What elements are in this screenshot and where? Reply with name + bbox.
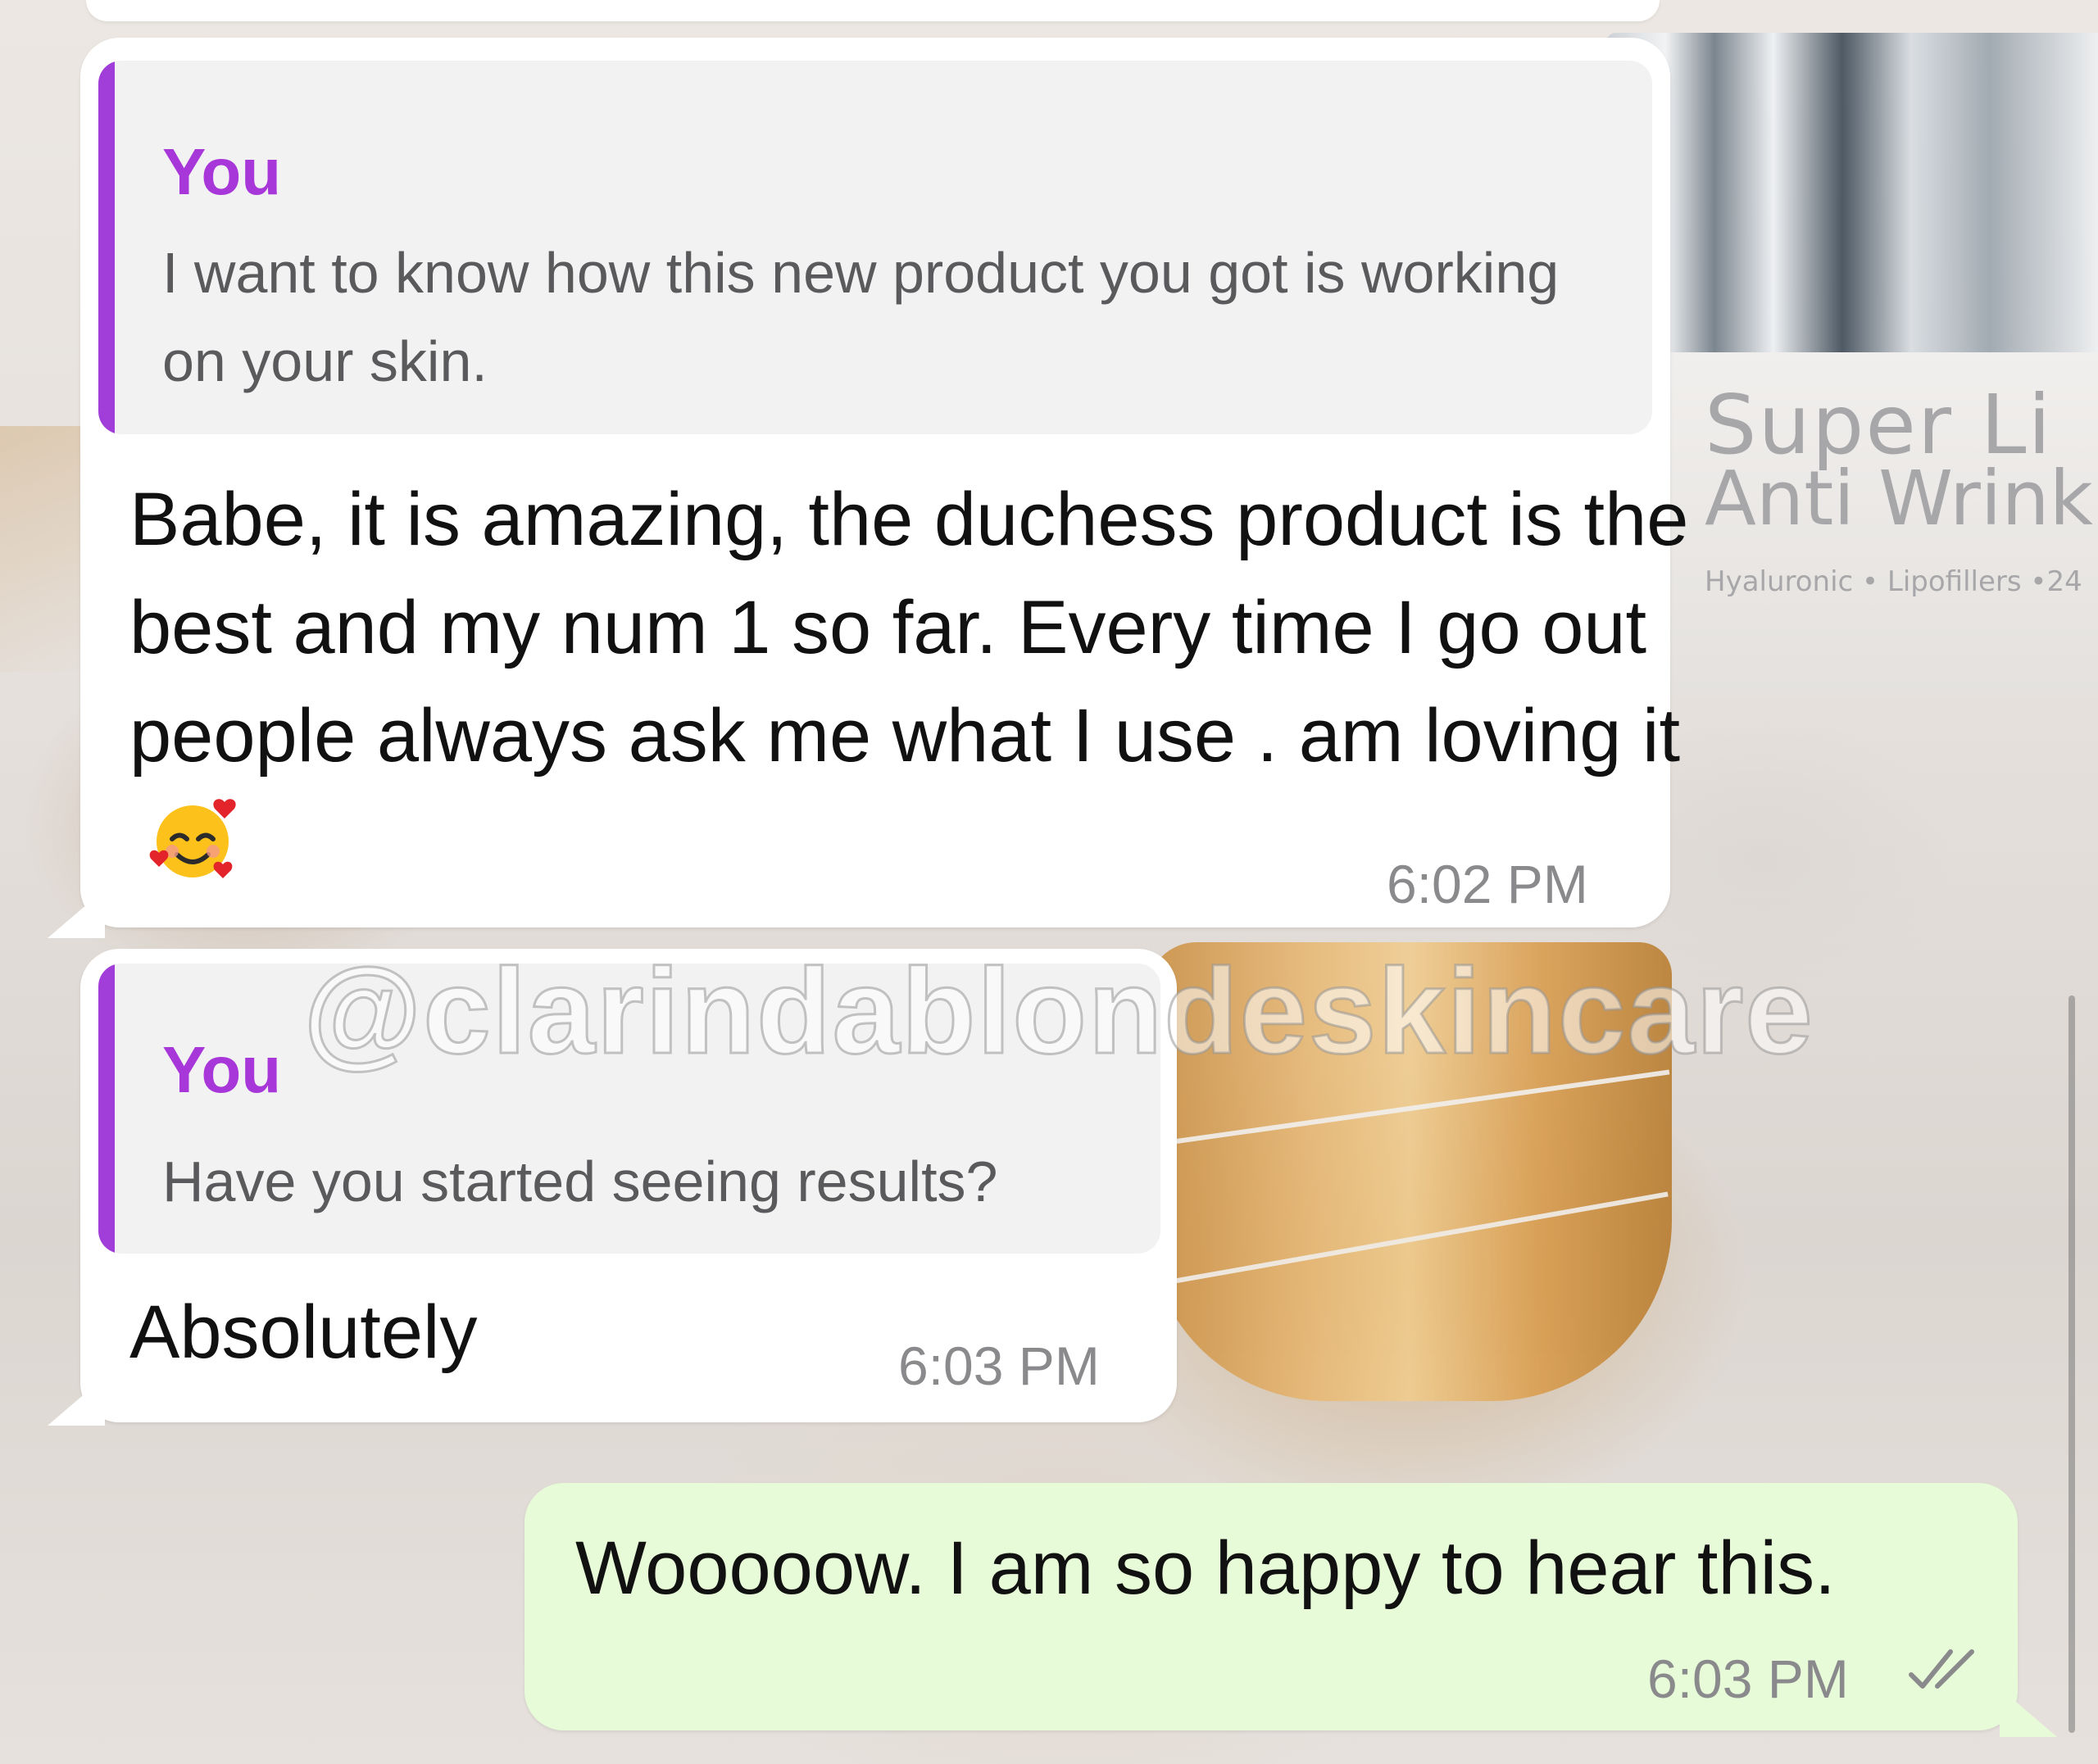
scrollbar[interactable] xyxy=(2068,995,2075,1733)
message-timestamp: 6:02 PM xyxy=(1387,854,1588,914)
quote-accent-bar xyxy=(98,61,115,434)
quoted-text: I want to know how this new product you … xyxy=(162,241,1560,393)
message-text: Absolutely xyxy=(129,1290,478,1374)
message-timestamp: 6:03 PM xyxy=(1647,1648,1849,1709)
previous-message-bubble-edge xyxy=(86,0,1660,21)
background-jar-ingredients-text: Hyaluronic • Lipofillers •24 xyxy=(1705,565,2082,598)
message-text: Wooooow. I am so happy to hear this. xyxy=(575,1526,1836,1610)
quote-accent-bar xyxy=(98,964,115,1254)
quoted-author: You xyxy=(162,135,282,208)
message-bubble-outgoing[interactable]: Wooooow. I am so happy to hear this. 6:0… xyxy=(524,1483,2018,1730)
message-text-content: Babe, it is amazing, the duchess product… xyxy=(129,478,1689,778)
message-text: Babe, it is amazing, the duchess product… xyxy=(129,465,1711,898)
quoted-author: You xyxy=(162,1033,282,1106)
message-bubble-incoming[interactable]: You I want to know how this new product … xyxy=(80,38,1688,927)
background-jar-product-text: Anti Wrinkle xyxy=(1705,455,2098,542)
watermark-text: @clarindablondeskincare xyxy=(302,943,1814,1081)
quoted-message[interactable]: You I want to know how this new product … xyxy=(98,61,1652,434)
quoted-text: Have you started seeing results? xyxy=(162,1150,998,1213)
message-timestamp: 6:03 PM xyxy=(898,1335,1100,1396)
smiling-face-with-hearts-icon xyxy=(148,794,238,884)
read-receipt-icon xyxy=(1909,1649,1974,1689)
